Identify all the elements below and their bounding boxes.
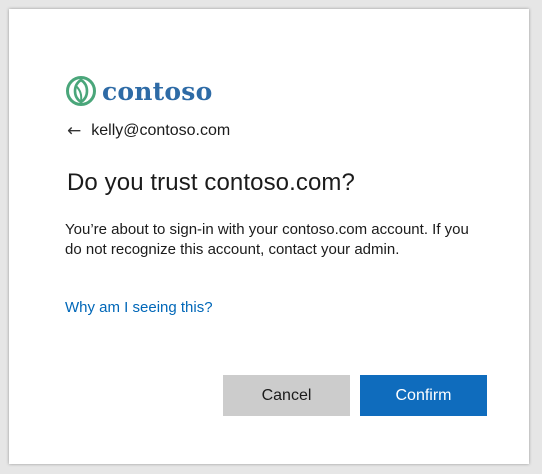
account-identity: ← kelly@contoso.com: [67, 122, 230, 140]
dialog-title: Do you trust contoso.com?: [67, 169, 355, 196]
brand-name: contoso: [102, 76, 213, 106]
dialog-message: You’re about to sign-in with your contos…: [65, 221, 469, 258]
trust-dialog: contoso ← kelly@contoso.com Do you trust…: [9, 9, 529, 464]
cancel-button[interactable]: Cancel: [223, 375, 350, 416]
contoso-logo-icon: [64, 74, 98, 108]
brand-logo: contoso: [64, 74, 212, 108]
back-arrow-icon[interactable]: ←: [67, 122, 81, 140]
confirm-button[interactable]: Confirm: [360, 375, 487, 416]
why-seeing-this-link[interactable]: Why am I seeing this?: [65, 299, 213, 316]
account-email: kelly@contoso.com: [91, 122, 231, 139]
